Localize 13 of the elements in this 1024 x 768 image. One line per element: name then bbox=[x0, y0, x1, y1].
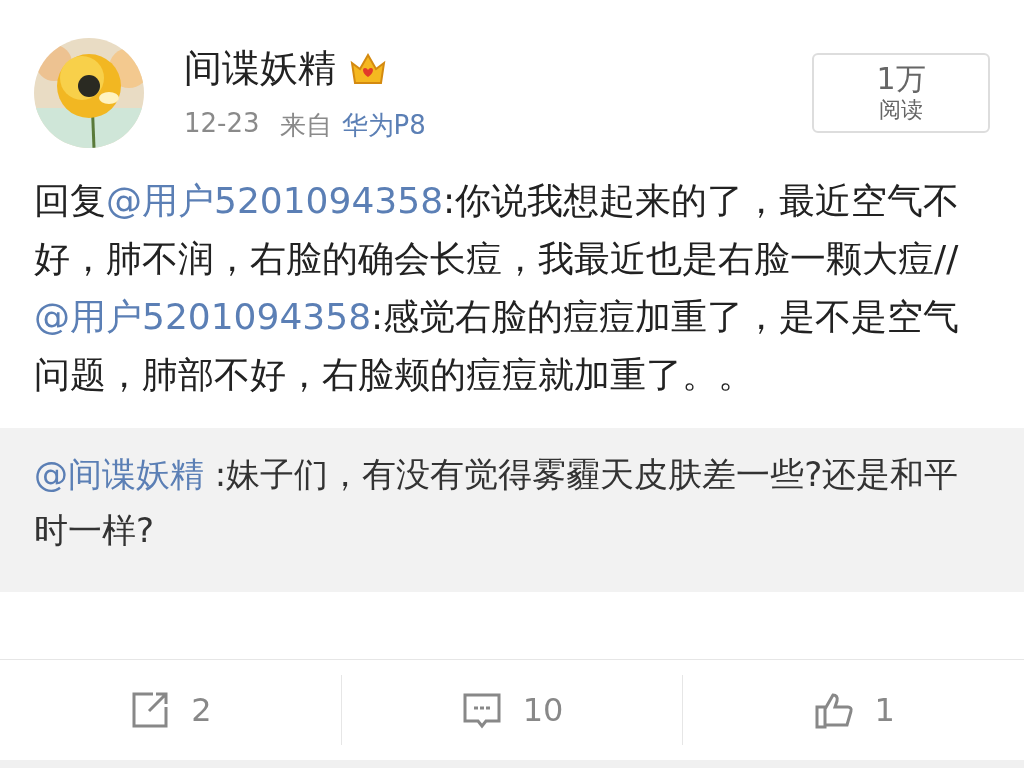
post-date: 12-23 bbox=[184, 108, 260, 140]
post-text: 回复@用户5201094358:你说我想起来的了，最近空气不好，肺不润，右脸的确会长痘，我最近也是右脸一颗大痘// @用户5201094358:感觉右脸的痘痘加重了，是不是空气问题，肺部不好，右脸颊的痘痘就加重了。。 bbox=[33, 179, 961, 397]
source-link[interactable]: 华为P8 bbox=[341, 108, 426, 143]
like-button[interactable]: 1 bbox=[683, 675, 1024, 745]
source-label: 来自 bbox=[279, 109, 332, 142]
comment-button[interactable]: 10 bbox=[341, 675, 683, 745]
repost-button[interactable]: 2 bbox=[0, 675, 341, 745]
mention-link[interactable]: @用户5201094358 bbox=[106, 180, 444, 221]
read-count-box: 1万 阅读 bbox=[812, 53, 990, 133]
quoted-post-text: @间谍妖精 :妹子们，有没有觉得雾霾天皮肤差一些?还是和平时一样? bbox=[34, 453, 960, 552]
author-name[interactable]: 间谍妖精 bbox=[184, 43, 336, 94]
mention-link[interactable]: @用户5201094358 bbox=[34, 296, 372, 337]
mention-link[interactable]: @间谍妖精 bbox=[34, 454, 204, 494]
